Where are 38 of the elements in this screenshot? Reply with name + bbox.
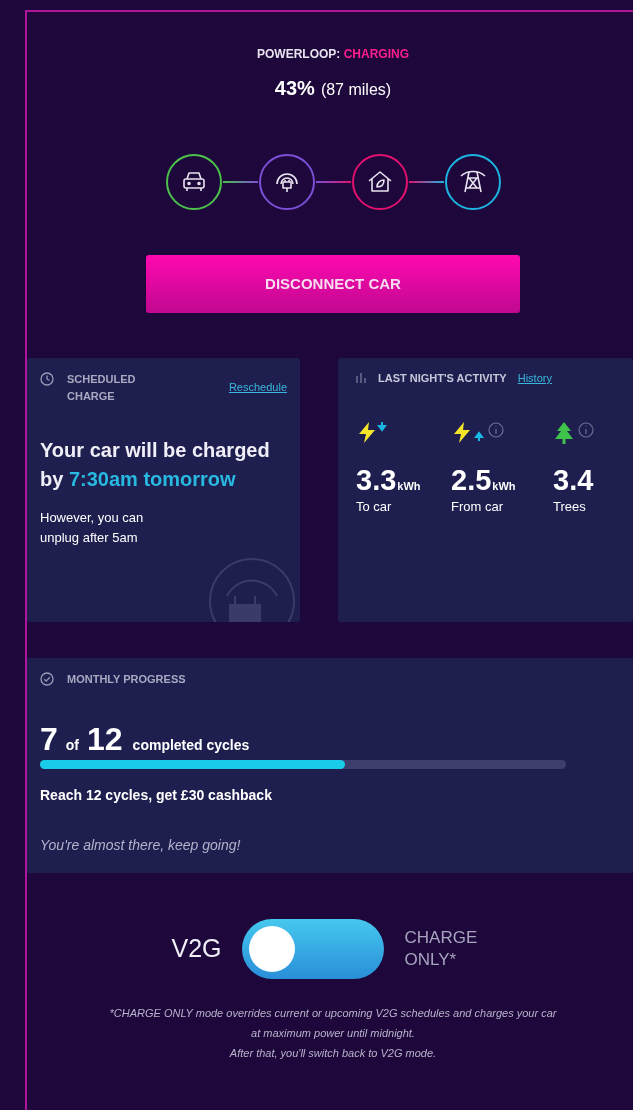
tree-icon [553, 420, 575, 447]
clock-icon [40, 372, 54, 386]
reschedule-link[interactable]: Reschedule [228, 379, 287, 396]
status-label: POWERLOOP: [257, 47, 341, 61]
stat-value: 3.3 [356, 464, 397, 495]
footnote-text: After that, you'll switch back to V2G mode. [229, 1046, 437, 1061]
stat-label: Trees [553, 497, 587, 516]
battery-percent: 43% [274, 76, 315, 101]
status-value: CHARGING [343, 47, 409, 61]
charge-only-label: CHARGE ONLY* [404, 927, 479, 971]
card-title: SCHEDULED CHARGE [67, 372, 137, 404]
cycles-caption: completed cycles [132, 735, 250, 755]
stat-label: From car [451, 497, 504, 516]
cycles-total: 12 [87, 721, 123, 756]
battery-range: (87 miles) [320, 80, 392, 100]
bar-chart-icon [356, 373, 368, 384]
info-icon[interactable] [488, 421, 504, 438]
charge-message: Your car will be charged by 7:30am tomorrow [40, 438, 271, 492]
card-title: LAST NIGHT'S ACTIVITY [378, 371, 507, 386]
card-title: MONTHLY PROGRESS [67, 672, 186, 687]
stat-unit: kWh [397, 478, 421, 494]
of-label: of [65, 735, 79, 755]
charger-icon [207, 556, 297, 622]
footnote-text: *CHARGE ONLY mode overrides current or upcoming V2G schedules and charges your car at maximum power until midnight. [108, 1006, 558, 1041]
cycles-done: 7 [40, 721, 58, 756]
unplug-note: However, you can unplug after 5am [40, 509, 145, 547]
history-link[interactable]: History [517, 370, 552, 387]
v2g-label: V2G [171, 933, 222, 965]
disconnect-button[interactable]: DISCONNECT CAR [146, 255, 520, 313]
stat-value: 2.5 [451, 464, 492, 495]
stat-label: To car [356, 497, 393, 516]
stat-value: 3.4 [553, 464, 594, 495]
encouragement-text: You're almost there, keep going! [40, 835, 242, 855]
stat-unit: kWh [492, 478, 516, 494]
mode-toggle[interactable] [241, 919, 384, 979]
check-circle-icon [40, 672, 54, 687]
reward-text: Reach 12 cycles, get £30 cashback [40, 785, 273, 805]
info-icon[interactable] [578, 421, 594, 438]
